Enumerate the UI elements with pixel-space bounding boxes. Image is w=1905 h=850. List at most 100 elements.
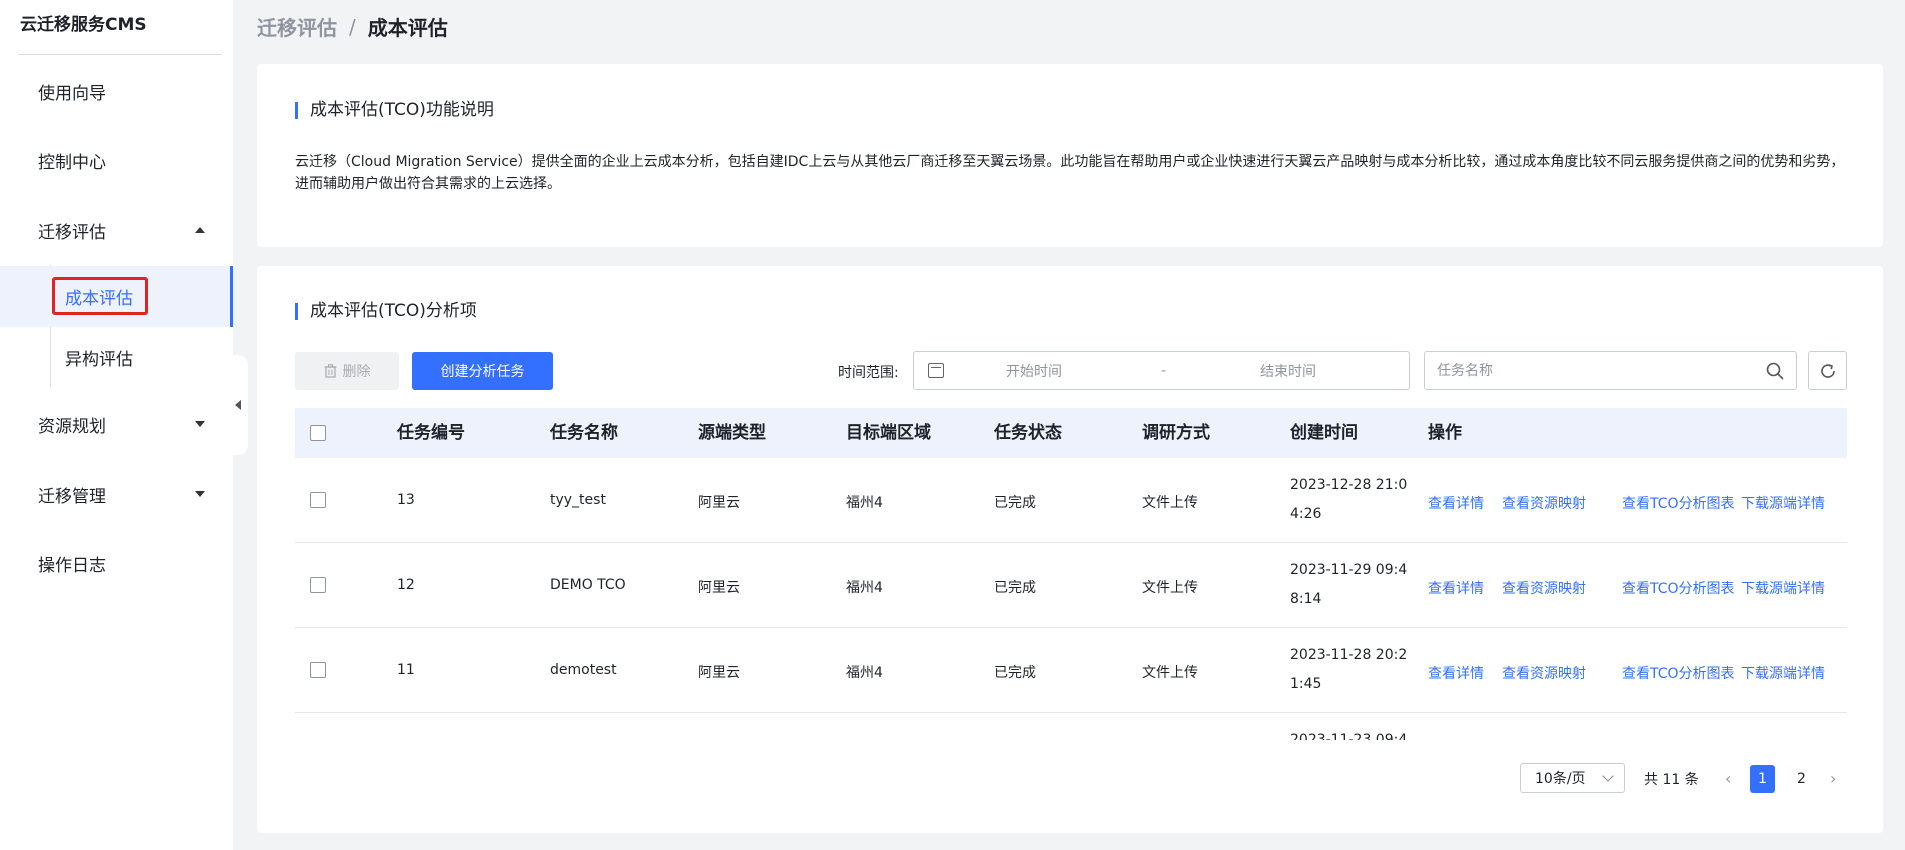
task-search-box — [1424, 351, 1797, 390]
sub-item-label: 成本评估 — [65, 289, 133, 309]
brand-title: 云迁移服务CMS — [20, 15, 147, 35]
refresh-button[interactable] — [1808, 351, 1847, 390]
task-table: 任务编号 任务名称 源端类型 目标端区域 任务状态 调研方式 创建时间 操作 1… — [295, 408, 1847, 740]
column-header: 任务编号 — [397, 423, 465, 443]
task-status: 已完成 — [994, 665, 1036, 681]
source-type: 阿里云 — [698, 495, 740, 511]
breadcrumb: 迁移评估 / 成本评估 — [257, 12, 448, 41]
view-details-link[interactable]: 查看详情 — [1428, 663, 1484, 683]
nav-item-resource-planning[interactable]: 资源规划 — [0, 404, 233, 444]
created-time: 2023-11-28 20:21:45 — [1290, 647, 1408, 692]
nav-item-label: 控制中心 — [38, 152, 106, 173]
nav-item-label: 使用向导 — [38, 83, 106, 104]
view-tco-chart-link[interactable]: 查看TCO分析图表 — [1622, 663, 1735, 683]
task-status: 已完成 — [994, 495, 1036, 511]
nav-item-migration-management[interactable]: 迁移管理 — [0, 474, 233, 514]
time-range-label: 时间范围: — [838, 365, 899, 381]
survey-method: 文件上传 — [1142, 495, 1198, 511]
analysis-card: 成本评估(TCO)分析项 删除 创建分析任务 时间范围: 开始时间 - 结束时间 — [257, 266, 1883, 833]
download-source-details-link[interactable]: 下载源端详情 — [1741, 578, 1825, 598]
created-time: 2023-12-28 21:04:26 — [1290, 477, 1408, 522]
download-source-details-link[interactable]: 下载源端详情 — [1741, 493, 1825, 513]
page-size-value: 10条/页 — [1535, 771, 1586, 787]
page-2-button[interactable]: 2 — [1789, 765, 1814, 793]
target-region: 福州4 — [846, 580, 883, 596]
nav-item-operation-log[interactable]: 操作日志 — [0, 543, 233, 583]
intro-description: 云迁移（Cloud Migration Service）提供全面的企业上云成本分… — [295, 154, 1845, 192]
intro-card: 成本评估(TCO)功能说明 云迁移（Cloud Migration Servic… — [257, 64, 1883, 247]
view-tco-chart-link[interactable]: 查看TCO分析图表 — [1622, 578, 1735, 598]
next-page-button[interactable]: › — [1830, 769, 1836, 788]
date-range-picker[interactable]: 开始时间 - 结束时间 — [913, 351, 1410, 390]
nav-item-label: 迁移管理 — [38, 486, 106, 507]
nav-item-guide[interactable]: 使用向导 — [0, 71, 233, 111]
column-header: 任务名称 — [550, 423, 618, 443]
task-name: tyy_test — [550, 492, 606, 508]
sidebar: 云迁移服务CMS 使用向导 控制中心 迁移评估 成本评估 异构评估 资源规划 迁… — [0, 0, 233, 850]
column-header: 任务状态 — [994, 423, 1062, 443]
view-resource-mapping-link[interactable]: 查看资源映射 — [1502, 578, 1586, 598]
nav-item-control-center[interactable]: 控制中心 — [0, 140, 233, 180]
column-header: 调研方式 — [1142, 423, 1210, 443]
view-details-link[interactable]: 查看详情 — [1428, 578, 1484, 598]
start-time-input[interactable]: 开始时间 — [1006, 361, 1062, 381]
analysis-title: 成本评估(TCO)分析项 — [295, 303, 477, 320]
view-resource-mapping-link[interactable]: 查看资源映射 — [1502, 493, 1586, 513]
calendar-icon — [928, 363, 944, 378]
trash-icon — [324, 364, 336, 378]
survey-method: 文件上传 — [1142, 665, 1198, 681]
total-count: 共 11 条 — [1644, 772, 1699, 788]
sub-item-label: 异构评估 — [65, 350, 133, 370]
table-row: 2023-11-23 09:4 — [295, 713, 1847, 740]
prev-page-button[interactable]: ‹ — [1725, 769, 1731, 788]
column-header: 目标端区域 — [846, 423, 931, 443]
view-tco-chart-link[interactable]: 查看TCO分析图表 — [1622, 493, 1735, 513]
intro-title: 成本评估(TCO)功能说明 — [295, 102, 494, 119]
breadcrumb-separator: / — [349, 14, 356, 39]
sub-item-heterogeneous-assessment[interactable]: 异构评估 — [0, 327, 233, 388]
table-row: 11 demotest 阿里云 福州4 已完成 文件上传 2023-11-28 … — [295, 628, 1847, 713]
page-1-button[interactable]: 1 — [1750, 765, 1775, 793]
select-all-checkbox[interactable] — [310, 425, 326, 441]
collapse-left-icon — [235, 400, 241, 410]
nav-item-label: 迁移评估 — [38, 222, 106, 243]
table-header: 任务编号 任务名称 源端类型 目标端区域 任务状态 调研方式 创建时间 操作 — [295, 408, 1847, 458]
download-source-details-link[interactable]: 下载源端详情 — [1741, 663, 1825, 683]
source-type: 阿里云 — [698, 665, 740, 681]
row-checkbox[interactable] — [310, 492, 326, 508]
caret-up-icon — [195, 227, 205, 233]
task-name-search-input[interactable] — [1425, 352, 1745, 389]
nav-item-label: 操作日志 — [38, 555, 106, 576]
breadcrumb-current: 成本评估 — [367, 16, 448, 40]
source-type: 阿里云 — [698, 580, 740, 596]
search-icon[interactable] — [1766, 362, 1784, 380]
sidebar-collapse-button[interactable] — [228, 355, 248, 455]
view-details-link[interactable]: 查看详情 — [1428, 493, 1484, 513]
sub-item-cost-assessment[interactable]: 成本评估 — [0, 266, 233, 327]
task-id: 12 — [397, 577, 415, 593]
refresh-icon — [1820, 363, 1835, 378]
caret-down-icon — [195, 421, 205, 427]
delete-label: 删除 — [342, 364, 371, 380]
task-status: 已完成 — [994, 580, 1036, 596]
brand-divider — [18, 54, 222, 55]
row-checkbox[interactable] — [310, 577, 326, 593]
end-time-input[interactable]: 结束时间 — [1260, 361, 1316, 381]
target-region: 福州4 — [846, 495, 883, 511]
page-size-select[interactable]: 10条/页 — [1520, 763, 1625, 793]
chevron-down-icon — [1602, 770, 1614, 782]
column-header: 创建时间 — [1290, 423, 1358, 443]
column-header: 操作 — [1428, 423, 1462, 443]
create-task-button[interactable]: 创建分析任务 — [412, 352, 553, 390]
row-checkbox[interactable] — [310, 662, 326, 678]
delete-button[interactable]: 删除 — [295, 352, 399, 390]
breadcrumb-parent[interactable]: 迁移评估 — [257, 12, 337, 41]
view-resource-mapping-link[interactable]: 查看资源映射 — [1502, 663, 1586, 683]
nav-item-label: 资源规划 — [38, 416, 106, 437]
range-separator: - — [1161, 362, 1167, 379]
target-region: 福州4 — [846, 665, 883, 681]
table-row: 12 DEMO TCO 阿里云 福州4 已完成 文件上传 2023-11-29 … — [295, 543, 1847, 628]
task-name: demotest — [550, 662, 617, 678]
task-id: 11 — [397, 662, 415, 678]
nav-item-migration-assessment[interactable]: 迁移评估 — [0, 210, 233, 250]
